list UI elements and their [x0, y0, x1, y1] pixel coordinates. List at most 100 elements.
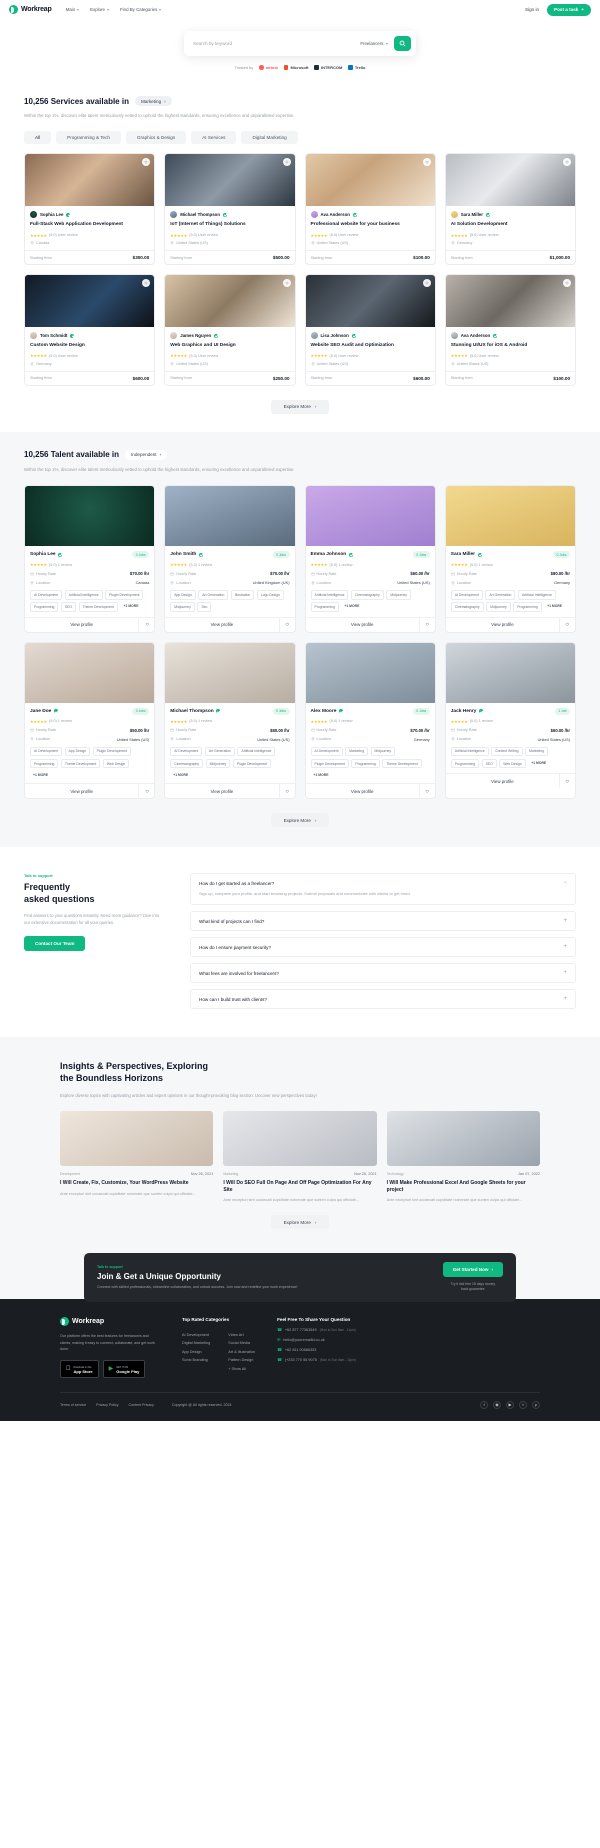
talent-tag[interactable]: Programming [351, 758, 380, 769]
talent-category-pill[interactable]: Independent › [125, 449, 168, 460]
talent-tag[interactable]: Art Generation [204, 746, 235, 757]
talent-card[interactable]: Jack Henry 1 Job ★★★★★ (5.0) 1 review Hourly… [444, 641, 576, 800]
talent-tag[interactable]: +1 MORE [544, 602, 565, 612]
view-profile-button[interactable]: View profile [25, 784, 138, 798]
talent-tag[interactable]: Programming [513, 602, 542, 612]
footer-category-link[interactable]: AI Development [182, 1333, 210, 1337]
instagram-icon[interactable]: ◉ [493, 1400, 501, 1409]
nav-item-find-by-categories[interactable]: Find By Categories [120, 7, 162, 12]
footer-link-terms[interactable]: Terms of service [60, 1403, 86, 1407]
view-profile-button[interactable]: View profile [446, 618, 559, 632]
blog-card[interactable]: Technology Jan 07, 2022 I Will Make Profes… [386, 1110, 540, 1204]
talent-tag[interactable]: SEO [60, 602, 77, 612]
talent-tag[interactable]: Programming [310, 602, 339, 612]
talent-tag[interactable]: +1 MORE [30, 771, 51, 779]
nav-item-main[interactable]: Main [66, 7, 80, 12]
talent-tag[interactable]: Logo Design [256, 590, 284, 600]
view-profile-button[interactable]: View profile [165, 784, 278, 798]
footer-category-link[interactable]: Social Media [228, 1341, 255, 1345]
talent-tag[interactable]: Marketing [525, 746, 548, 757]
faq-item[interactable]: How do I get started as a freelancer? − Si… [190, 873, 576, 906]
blog-explore-more-button[interactable]: Explore More › [270, 1215, 330, 1230]
talent-tag[interactable]: Artificial Intelligence [64, 590, 103, 600]
favorite-button[interactable] [563, 158, 571, 167]
get-started-now-button[interactable]: Get Started Now › [442, 1262, 503, 1278]
talent-tag[interactable]: Midjourney [370, 746, 396, 757]
favorite-button[interactable] [278, 617, 295, 632]
talent-card[interactable]: Michael Thompson 0 Jobs ★★★★★ (5.0) 1 revie… [164, 641, 296, 800]
footer-category-link[interactable]: Digital Marketing [182, 1341, 210, 1345]
footer-link-content-privacy[interactable]: Content Privacy [129, 1403, 154, 1407]
service-card[interactable]: Lisa Johnson Website SEO Audit and Optimi… [304, 274, 436, 386]
talent-tag[interactable]: Midjourney [486, 602, 511, 612]
talent-card[interactable]: Sara Miller 0 Jobs ★★★★★ (5.0) 1 review Hour… [444, 485, 576, 633]
favorite-button[interactable] [563, 279, 571, 287]
services-category-pill[interactable]: Marketing › [134, 96, 172, 106]
talent-tag[interactable]: Midjourney [205, 758, 231, 769]
view-profile-button[interactable]: View profile [165, 618, 278, 632]
talent-tag[interactable]: Plugin Development [92, 746, 132, 757]
favorite-button[interactable] [559, 617, 575, 632]
talent-tag[interactable]: SEO [481, 758, 497, 769]
services-explore-more-button[interactable]: Explore More › [270, 399, 330, 414]
favorite-button[interactable] [138, 617, 154, 632]
talent-tag[interactable]: Seo [197, 602, 212, 612]
favorite-button[interactable] [138, 784, 154, 799]
favorite-button[interactable] [418, 617, 435, 632]
tab-all[interactable]: All [24, 131, 52, 145]
footer-category-link[interactable]: Video Art [228, 1333, 255, 1337]
footer-category-link[interactable]: App Design [182, 1350, 210, 1354]
talent-tag[interactable]: Programming [30, 602, 59, 612]
talent-tag[interactable]: AI Development [170, 746, 203, 757]
talent-tag[interactable]: Cinematography [170, 758, 204, 769]
tab-graphics-design[interactable]: Graphics & Design [125, 131, 187, 145]
pinterest-icon[interactable]: p [532, 1400, 540, 1409]
talent-tag[interactable]: Programming [30, 758, 59, 769]
search-type-select[interactable]: Freelancers [360, 41, 394, 46]
footer-contact-item[interactable]: ✉ hello@youremailid.co.uk [277, 1337, 356, 1343]
talent-tag[interactable]: Artificial Intelligence [517, 590, 556, 600]
tab-ai-services[interactable]: AI Services [191, 131, 237, 145]
search-button[interactable] [394, 36, 411, 51]
talent-tag[interactable]: Cinematography [350, 590, 384, 600]
talent-tag[interactable]: App Design [64, 746, 91, 757]
talent-tag[interactable]: AI Development [450, 590, 483, 600]
blog-card[interactable]: Marketing Nov 26, 2021 I Will Do SEO Full … [223, 1110, 377, 1204]
faq-item[interactable]: What fees are involved for freelancers? + [190, 963, 576, 984]
faq-item[interactable]: How do I ensure payment security? + [190, 937, 576, 958]
favorite-button[interactable] [422, 279, 431, 287]
favorite-button[interactable] [282, 279, 291, 287]
view-profile-button[interactable]: View profile [306, 784, 419, 798]
faq-question[interactable]: How do I get started as a freelancer? − [199, 880, 567, 886]
talent-card[interactable]: John Smith 0 Jobs ★★★★★ (5.0) 1 review Hourl… [164, 485, 296, 633]
talent-tag[interactable]: Artificial Intelligence [450, 746, 489, 757]
service-card[interactable]: James Nguyen Web Graphics and UI Design ★★… [164, 274, 296, 386]
post-a-task-button[interactable]: Post a task + [547, 3, 591, 16]
favorite-button[interactable] [559, 774, 575, 789]
search-input[interactable]: Search by keyword [193, 41, 360, 46]
favorite-button[interactable] [142, 279, 151, 287]
talent-tag[interactable]: Theme Development [78, 602, 119, 612]
talent-tag[interactable]: AI Development [310, 746, 343, 757]
talent-tag[interactable]: Content Writing [491, 746, 523, 757]
footer-contact-item[interactable]: ☎ +62 811 00886353 [277, 1347, 356, 1353]
sign-in-link[interactable]: Sign in [525, 7, 539, 12]
talent-tag[interactable]: Plugin Development [232, 758, 272, 769]
talent-tag[interactable]: Cinematography [450, 602, 484, 612]
facebook-icon[interactable]: f [480, 1400, 488, 1409]
faq-question[interactable]: How do I ensure payment security? + [199, 944, 567, 950]
youtube-icon[interactable]: ▶ [506, 1400, 514, 1409]
service-card[interactable]: Sophia Lee Full-Stack Web Application Dev… [24, 153, 156, 265]
view-profile-button[interactable]: View profile [446, 774, 559, 788]
talent-card[interactable]: Sophia Lee 0 Jobs ★★★★★ (5.0) 1 review Hourl… [24, 485, 156, 633]
talent-tag[interactable]: Theme Development [60, 758, 101, 769]
talent-tag[interactable]: Artificial Intelligence [310, 590, 349, 600]
footer-category-link[interactable]: Pattern Design [228, 1358, 255, 1362]
footer-link-privacy[interactable]: Privacy Policy [96, 1403, 118, 1407]
service-card[interactable]: Michael Thompson IoT (Internet of Things)… [164, 153, 296, 265]
view-profile-button[interactable]: View profile [25, 618, 138, 632]
favorite-button[interactable] [422, 158, 431, 167]
talent-tag[interactable]: +1 MORE [528, 759, 549, 769]
talent-tag[interactable]: Midjourney [386, 590, 411, 600]
footer-contact-item[interactable]: ☎ (+233 770 55 9075 (Mon to Sun 8am - 11pm… [277, 1357, 356, 1363]
